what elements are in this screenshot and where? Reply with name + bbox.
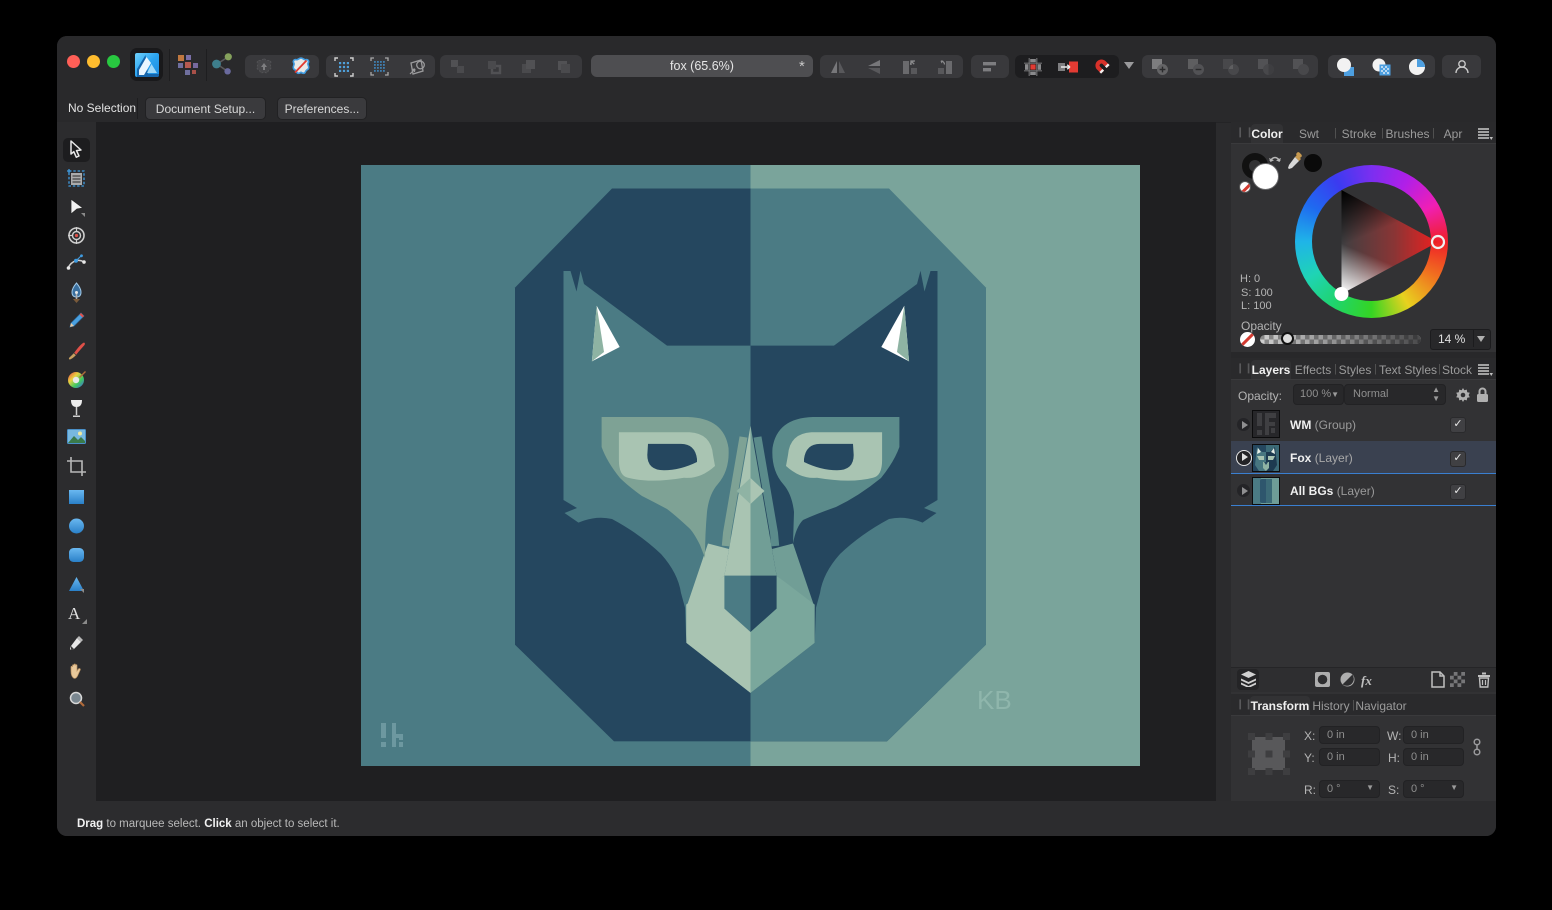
svg-text:KB: KB	[977, 685, 1012, 715]
